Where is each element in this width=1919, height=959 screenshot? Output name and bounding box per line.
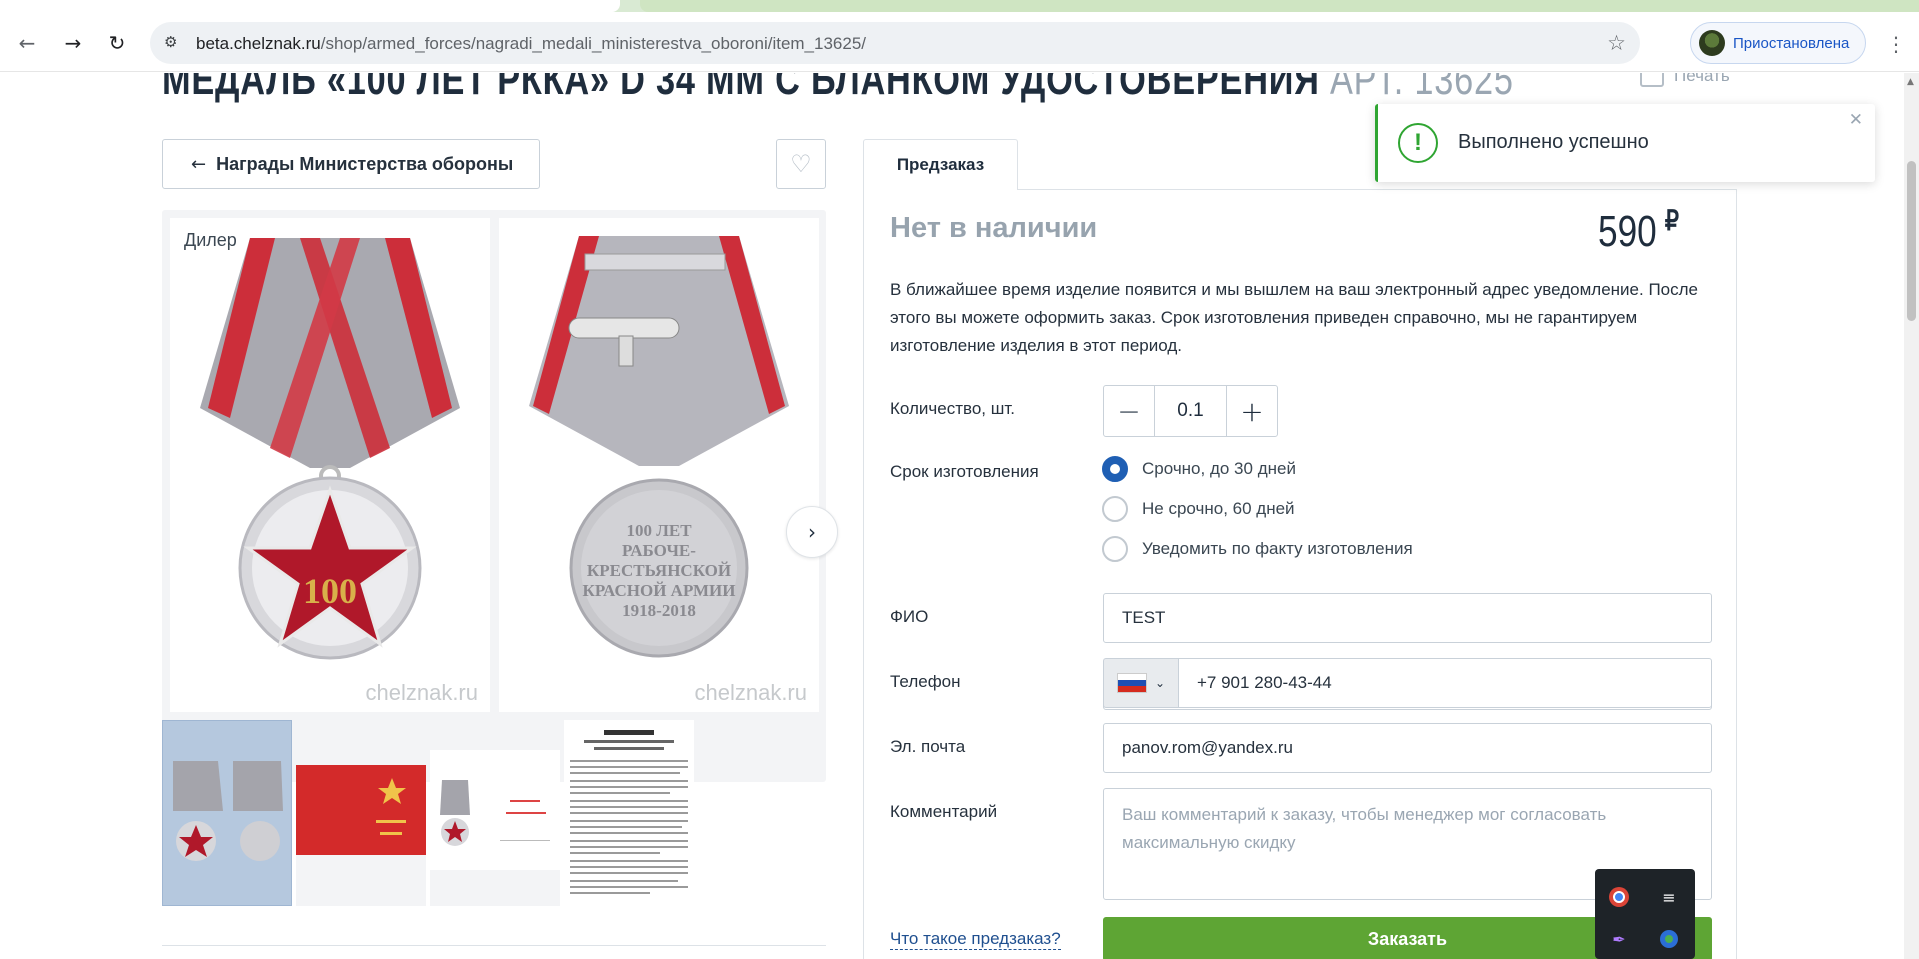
svg-text:КРЕСТЬЯНСКОЙ: КРЕСТЬЯНСКОЙ: [587, 561, 731, 580]
gallery-next-button[interactable]: ›: [786, 506, 838, 558]
order-panel: Нет в наличии 590 ₽ В ближайшее время изд…: [863, 189, 1737, 959]
plus-icon: +: [1240, 394, 1264, 428]
thumbnail-certificate-inside[interactable]: [430, 720, 560, 906]
svg-text:1918-2018: 1918-2018: [622, 601, 696, 620]
name-field[interactable]: TEST: [1103, 593, 1712, 643]
thumbnail-image: [296, 765, 426, 855]
page-content: МЕДАЛЬ «100 ЛЕТ РККА» D 34 ММ С БЛАНКОМ …: [0, 73, 1904, 959]
floating-widget: ≡ ✒: [1595, 869, 1695, 959]
forward-icon[interactable]: →: [60, 30, 86, 56]
article-number: АРТ. 13625: [1329, 73, 1514, 104]
svg-text:100: 100: [303, 571, 357, 611]
scrollbar-thumb[interactable]: [1907, 161, 1916, 321]
phone-label: Телефон: [890, 672, 961, 691]
preorder-note: В ближайшее время изделие появится и мы …: [890, 280, 1698, 355]
divider: [162, 945, 826, 946]
radio-icon: [1102, 496, 1128, 522]
thumbnail-strip: [162, 720, 702, 908]
profile-label: Приостановлена: [1733, 34, 1850, 52]
name-label: ФИО: [890, 607, 929, 626]
medal-obverse-image: 100: [200, 238, 460, 660]
minus-button[interactable]: −: [1104, 386, 1154, 436]
close-icon[interactable]: ✕: [1849, 110, 1863, 130]
medal-reverse-image: 100 ЛЕТ РАБОЧЕ- КРЕСТЬЯНСКОЙ КРАСНОЙ АРМ…: [529, 236, 789, 658]
term-option-normal[interactable]: Не срочно, 60 дней: [1102, 496, 1295, 522]
avatar: [1699, 30, 1725, 56]
address-bar[interactable]: ⚙ beta.chelznak.ru/shop/armed_forces/nag…: [150, 22, 1640, 64]
toast-message: Выполнено успешно: [1458, 131, 1649, 153]
url-text[interactable]: beta.chelznak.ru/shop/armed_forces/nagra…: [196, 34, 866, 54]
minus-icon: −: [1117, 394, 1141, 428]
what-is-preorder-link[interactable]: Что такое предзаказ?: [890, 929, 1061, 950]
watermark: chelznak.ru: [694, 680, 807, 705]
app-icon[interactable]: [1655, 925, 1683, 953]
success-icon: !: [1398, 123, 1438, 163]
email-field[interactable]: panov.rom@yandex.ru: [1103, 723, 1712, 773]
reload-icon[interactable]: ↻: [104, 30, 130, 56]
svg-text:КРАСНОЙ АРМИИ: КРАСНОЙ АРМИИ: [583, 581, 736, 600]
quantity-stepper: − 0.1 +: [1103, 385, 1278, 437]
price: 590 ₽: [1598, 205, 1679, 256]
radio-icon: [1102, 536, 1128, 562]
comment-label: Комментарий: [890, 802, 998, 821]
playlist-icon[interactable]: ≡: [1655, 883, 1683, 911]
back-to-category-button[interactable]: ← Награды Министерства обороны: [162, 139, 540, 189]
email-label: Эл. почта: [890, 737, 966, 756]
menu-kebab-icon[interactable]: ⋮: [1886, 32, 1906, 56]
radio-checked-icon: [1102, 456, 1128, 482]
quantity-label: Количество, шт.: [890, 399, 1016, 418]
favorite-heart-button[interactable]: ♡: [776, 139, 826, 189]
term-option-notify[interactable]: Уведомить по факту изготовления: [1102, 536, 1413, 562]
production-term-label: Срок изготовления: [890, 462, 1039, 481]
success-toast: ! Выполнено успешно ✕: [1375, 104, 1875, 182]
stock-status: Нет в наличии: [890, 212, 1098, 244]
phone-field[interactable]: +7 901 280-43-44: [1178, 658, 1712, 708]
back-icon[interactable]: ←: [14, 30, 40, 56]
svg-text:100 ЛЕТ: 100 ЛЕТ: [626, 521, 692, 540]
thumbnail-image: [430, 750, 560, 870]
profile-chip[interactable]: Приостановлена: [1690, 22, 1866, 64]
browser-toolbar: ← → ↻ ⚙ beta.chelznak.ru/shop/armed_forc…: [0, 12, 1919, 72]
page-title: МЕДАЛЬ «100 ЛЕТ РККА» D 34 ММ С БЛАНКОМ …: [162, 73, 1514, 105]
print-button[interactable]: Печать: [1640, 73, 1730, 87]
plus-button[interactable]: +: [1227, 386, 1277, 436]
active-tab[interactable]: [0, 0, 620, 12]
thumbnail-regulation-document[interactable]: [564, 720, 694, 906]
heart-icon: ♡: [790, 150, 812, 178]
feather-icon[interactable]: ✒: [1605, 925, 1633, 953]
country-select[interactable]: ⌄: [1103, 658, 1178, 708]
dealer-badge: Дилер: [184, 230, 237, 250]
chevron-right-icon: ›: [808, 520, 816, 544]
russia-flag-icon: [1116, 673, 1147, 693]
site-info-icon[interactable]: ⚙: [164, 33, 184, 53]
currency-sign: ₽: [1664, 205, 1679, 236]
thumbnail-certificate-cover[interactable]: [296, 720, 426, 906]
arrow-left-icon: ←: [191, 153, 207, 175]
bookmark-star-icon[interactable]: ☆: [1607, 31, 1626, 55]
thumbnail-medal-both[interactable]: [162, 720, 292, 906]
term-option-urgent[interactable]: Срочно, до 30 дней: [1102, 456, 1296, 482]
watermark: chelznak.ru: [365, 680, 478, 705]
page-scrollbar[interactable]: ▲: [1904, 73, 1919, 959]
svg-text:РАБОЧЕ-: РАБОЧЕ-: [622, 541, 696, 560]
scroll-up-icon[interactable]: ▲: [1907, 77, 1914, 87]
chevron-down-icon: ⌄: [1154, 676, 1166, 690]
tab-strip-bg: [640, 0, 1919, 12]
gallery-slide-reverse[interactable]: 100 ЛЕТ РАБОЧЕ- КРЕСТЬЯНСКОЙ КРАСНОЙ АРМ…: [499, 218, 819, 712]
gallery-slide-obverse[interactable]: 100 Дилер chelznak.ru: [170, 218, 490, 712]
quantity-input[interactable]: 0.1: [1154, 386, 1227, 436]
tab-strip: [0, 0, 1919, 12]
tab-preorder[interactable]: Предзаказ: [863, 139, 1018, 190]
thumbnail-image: [173, 761, 283, 861]
product-gallery: 100 Дилер chelznak.ru 100 ЛЕТ РАБОЧЕ- КР…: [162, 210, 838, 782]
chrome-icon[interactable]: [1605, 883, 1633, 911]
printer-icon: [1640, 73, 1664, 87]
thumbnail-image: [564, 720, 694, 906]
